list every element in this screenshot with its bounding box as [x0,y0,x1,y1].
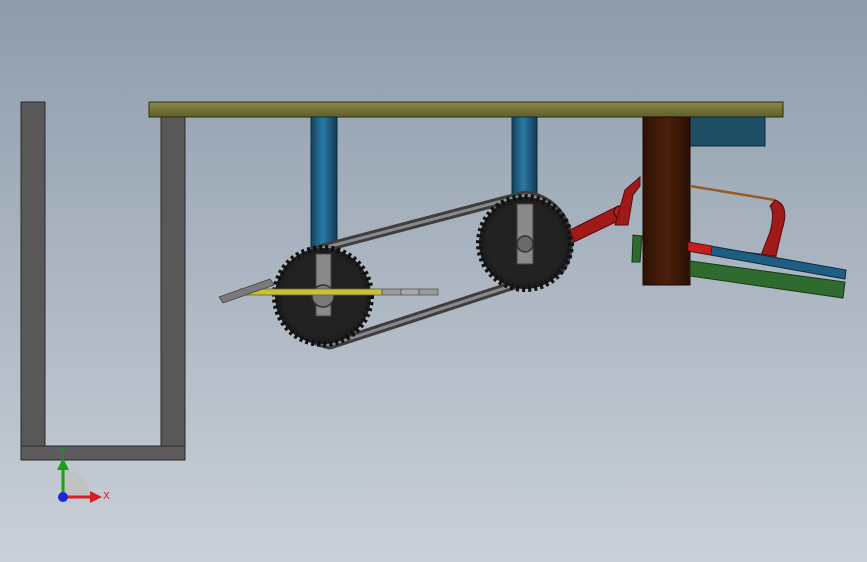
x-axis-label: X [103,491,110,502]
right-sprocket[interactable] [476,194,574,292]
u-frame[interactable] [20,101,186,461]
cad-viewport[interactable]: Y X [0,0,867,562]
y-axis-label: Y [58,447,66,458]
motor-box[interactable] [684,116,766,147]
top-plate[interactable] [148,101,784,118]
vertical-post[interactable] [642,116,691,286]
mechanism-model[interactable]: Y X [0,0,867,562]
red-crank-bracket[interactable] [614,175,641,226]
left-sprocket[interactable] [272,245,374,347]
